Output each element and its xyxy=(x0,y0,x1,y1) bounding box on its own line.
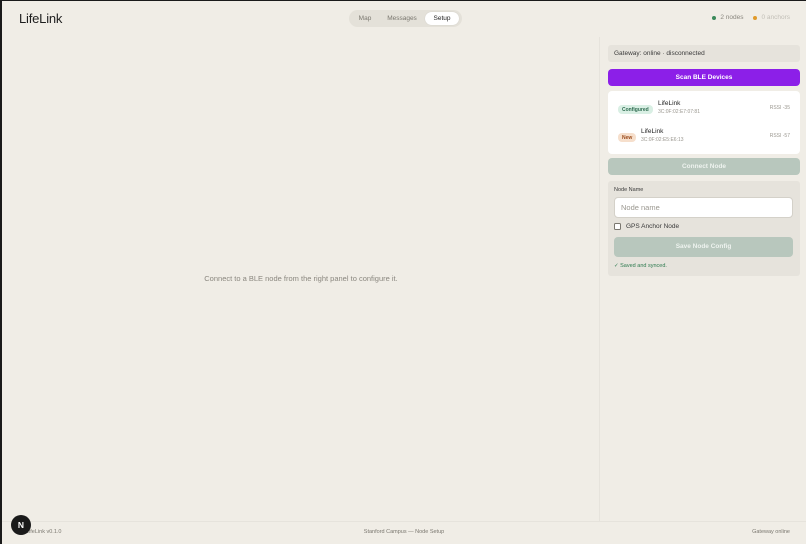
saved-status-message: ✓ Saved and synced. xyxy=(614,263,667,269)
nodes-stat: 2 nodes xyxy=(712,14,743,21)
view-tabs: Map Messages Setup xyxy=(349,10,462,27)
connect-node-button[interactable]: Connect Node xyxy=(608,158,800,175)
footer-gateway-status: Gateway online xyxy=(752,529,790,535)
tab-map[interactable]: Map xyxy=(351,12,379,25)
setup-panel: Gateway: online · disconnected Scan BLE … xyxy=(608,45,800,276)
status-badge: New xyxy=(618,133,637,142)
device-mac: 3C:0F:02:E7:07:81 xyxy=(658,109,700,115)
device-item[interactable]: Configured LifeLink 3C:0F:02:E7:07:81 RS… xyxy=(608,97,800,123)
status-badge: Configured xyxy=(618,105,653,114)
device-rssi: RSSI -35 xyxy=(769,105,790,111)
dev-tools-button[interactable]: N xyxy=(11,515,31,535)
anchors-status-dot-icon xyxy=(753,15,758,20)
device-rssi: RSSI -57 xyxy=(769,133,790,139)
app-title: LifeLink xyxy=(19,11,63,26)
anchors-count: 0 anchors xyxy=(761,14,790,21)
gps-anchor-label: GPS Anchor Node xyxy=(626,223,680,230)
device-item[interactable]: New LifeLink 3C:0F:02:E5:E6:13 RSSI -57 xyxy=(608,125,800,151)
device-name: LifeLink xyxy=(658,100,681,107)
anchors-stat: 0 anchors xyxy=(753,14,790,21)
empty-state-message: Connect to a BLE node from the right pan… xyxy=(204,274,398,283)
header: LifeLink Map Messages Setup 2 nodes 0 an… xyxy=(2,1,806,37)
node-name-input[interactable] xyxy=(614,197,793,218)
gps-anchor-row: GPS Anchor Node xyxy=(614,223,679,230)
nodes-status-dot-icon xyxy=(712,15,717,20)
gps-anchor-checkbox[interactable] xyxy=(614,223,621,230)
device-mac: 3C:0F:02:E5:E6:13 xyxy=(641,137,684,143)
device-name: LifeLink xyxy=(641,128,664,135)
nodes-count: 2 nodes xyxy=(720,14,744,21)
footer-context: Stanford Campus — Node Setup xyxy=(363,529,445,535)
node-config-form: Node Name GPS Anchor Node Save Node Conf… xyxy=(608,181,800,276)
network-stats: 2 nodes 0 anchors xyxy=(712,14,790,21)
save-node-config-button[interactable]: Save Node Config xyxy=(614,237,793,257)
tab-setup[interactable]: Setup xyxy=(425,12,459,25)
tab-messages[interactable]: Messages xyxy=(379,12,425,25)
node-name-label: Node Name xyxy=(614,187,644,193)
footer-divider xyxy=(2,521,806,522)
panel-divider xyxy=(599,37,600,521)
gateway-status: Gateway: online · disconnected xyxy=(608,45,800,62)
scan-ble-button[interactable]: Scan BLE Devices xyxy=(608,69,800,86)
device-list: Configured LifeLink 3C:0F:02:E7:07:81 RS… xyxy=(608,91,800,154)
